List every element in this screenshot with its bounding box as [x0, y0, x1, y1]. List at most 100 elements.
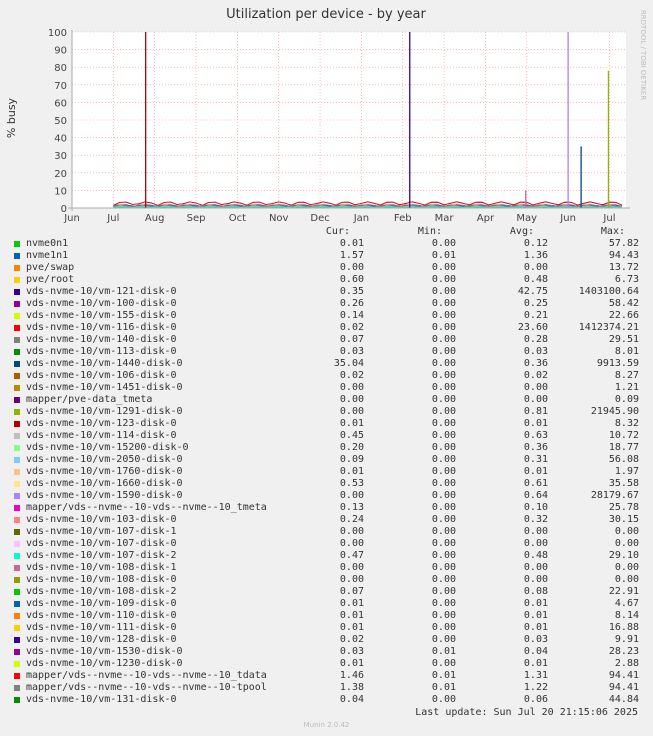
- legend-min: 0.00: [431, 586, 456, 597]
- legend-max: 8.14: [614, 610, 639, 621]
- legend-name: vds-nvme-10/vm-123-disk-0: [26, 418, 177, 429]
- legend-max: 0.00: [614, 562, 639, 573]
- legend-swatch: [14, 553, 20, 559]
- legend-avg: 0.01: [523, 418, 548, 429]
- legend-row: vds-nvme-10/vm-109-disk-0 0.01 0.00 0.01 4.6…: [0, 598, 653, 610]
- legend-max: 1.21: [614, 382, 639, 393]
- legend-name: vds-nvme-10/vm-1230-disk-0: [26, 658, 183, 669]
- legend-row: vds-nvme-10/vm-107-disk-1 0.00 0.00 0.00 0.0…: [0, 526, 653, 538]
- y-tick-label: 20: [54, 169, 67, 180]
- legend-min: 0.00: [431, 430, 456, 441]
- legend-row: vds-nvme-10/vm-108-disk-1 0.00 0.00 0.00 0.0…: [0, 562, 653, 574]
- legend-row: mapper/vds--nvme--10-vds--nvme--10-tpool…: [0, 682, 653, 694]
- y-tick-label: 40: [54, 134, 67, 145]
- legend-max: 30.15: [608, 514, 639, 525]
- legend-avg: 0.28: [523, 334, 548, 345]
- legend-cur: 1.57: [339, 250, 364, 261]
- legend-avg: 0.01: [523, 622, 548, 633]
- legend-swatch: [14, 265, 20, 271]
- legend-swatch: [14, 373, 20, 379]
- legend-max: 22.91: [608, 586, 639, 597]
- legend-avg: 0.01: [523, 610, 548, 621]
- legend-row: mapper/pve-data_tmeta 0.00 0.00 0.00 0.09: [0, 394, 653, 406]
- last-update: Last update: Sun Jul 20 21:15:06 2025: [415, 707, 638, 718]
- legend-min: 0.00: [431, 478, 456, 489]
- legend-max: 25.78: [608, 502, 639, 513]
- legend-cur: 0.47: [339, 550, 364, 561]
- legend-max: 2.88: [614, 658, 639, 669]
- legend-max: 21945.90: [590, 406, 639, 417]
- legend-name: mapper/vds--nvme--10-vds--nvme--10_tmeta: [26, 502, 267, 513]
- legend-swatch: [14, 385, 20, 391]
- legend-header-avg: Avg:: [509, 226, 534, 237]
- legend-min: 0.00: [431, 262, 456, 273]
- chart: Utilization per device - by year % busy …: [5, 7, 647, 224]
- legend-swatch: [14, 337, 20, 343]
- legend-max: 28.23: [608, 646, 639, 657]
- legend-cur: 0.14: [339, 310, 364, 321]
- legend-avg: 0.01: [523, 466, 548, 477]
- legend-cur: 1.46: [339, 670, 364, 681]
- legend-cur: 0.53: [339, 478, 364, 489]
- legend-avg: 0.21: [523, 310, 548, 321]
- legend-min: 0.00: [431, 346, 456, 357]
- legend-max: 56.08: [608, 454, 639, 465]
- y-tick-label: 90: [54, 46, 67, 57]
- legend-cur: 1.38: [339, 682, 364, 693]
- legend-name: vds-nvme-10/vm-107-disk-2: [26, 550, 177, 561]
- x-tick-label: Jul: [106, 213, 119, 224]
- legend-max: 9.91: [614, 634, 639, 645]
- y-tick-label: 30: [54, 151, 67, 162]
- legend-min: 0.00: [431, 550, 456, 561]
- legend-avg: 0.03: [523, 346, 548, 357]
- legend-avg: 0.31: [523, 454, 548, 465]
- legend-max: 29.51: [608, 334, 639, 345]
- legend-name: vds-nvme-10/vm-1530-disk-0: [26, 646, 183, 657]
- x-tick-label: Jan: [353, 213, 369, 224]
- legend-cur: 0.20: [339, 442, 364, 453]
- legend-max: 28179.67: [590, 490, 639, 501]
- legend-avg: 23.60: [517, 322, 548, 333]
- legend-avg: 0.00: [523, 526, 548, 537]
- legend-min: 0.00: [431, 394, 456, 405]
- legend-swatch: [14, 481, 20, 487]
- legend-name: vds-nvme-10/vm-110-disk-0: [26, 610, 177, 621]
- legend-cur: 0.01: [339, 418, 364, 429]
- legend-name: vds-nvme-10/vm-103-disk-0: [26, 514, 177, 525]
- legend-cur: 0.00: [339, 406, 364, 417]
- legend-avg: 0.25: [523, 298, 548, 309]
- legend-cur: 0.26: [339, 298, 364, 309]
- legend-row: vds-nvme-10/vm-1590-disk-0 0.00 0.00 0.64 28…: [0, 490, 653, 502]
- x-tick-label: Nov: [269, 213, 289, 224]
- legend-cur: 0.02: [339, 634, 364, 645]
- legend-cur: 0.60: [339, 274, 364, 285]
- legend-min: 0.00: [431, 610, 456, 621]
- legend-cur: 0.03: [339, 346, 364, 357]
- legend-row: vds-nvme-10/vm-103-disk-0 0.24 0.00 0.32 30.…: [0, 514, 653, 526]
- legend-avg: 0.10: [523, 502, 548, 513]
- legend-max: 8.32: [614, 418, 639, 429]
- legend-name: vds-nvme-10/vm-15200-disk-0: [26, 442, 189, 453]
- legend-swatch: [14, 661, 20, 667]
- legend-swatch: [14, 493, 20, 499]
- legend-cur: 0.04: [339, 694, 364, 705]
- legend-cur: 0.01: [339, 610, 364, 621]
- legend-cur: 0.45: [339, 430, 364, 441]
- y-axis-label: % busy: [5, 97, 18, 138]
- legend-row: vds-nvme-10/vm-108-disk-0 0.00 0.00 0.00 0.0…: [0, 574, 653, 586]
- x-tick-label: Dec: [310, 213, 329, 224]
- legend-max: 94.43: [608, 250, 639, 261]
- legend-max: 10.72: [608, 430, 639, 441]
- legend-min: 0.00: [431, 526, 456, 537]
- x-ticks: Jun Jul Aug Sep Oct Nov Dec Jan Feb Mar Apr May Jun J…: [63, 213, 615, 224]
- legend-row: nvme1n1 1.57 0.01 1.36 94.43: [0, 250, 653, 262]
- legend-name: vds-nvme-10/vm-2050-disk-0: [26, 454, 183, 465]
- legend-row: vds-nvme-10/vm-123-disk-0 0.01 0.00 0.01 8.3…: [0, 418, 653, 430]
- legend-swatch: [14, 565, 20, 571]
- legend-max: 8.27: [614, 370, 639, 381]
- legend-max: 0.00: [614, 574, 639, 585]
- legend-name: mapper/pve-data_tmeta: [26, 394, 153, 405]
- legend-cur: 0.00: [339, 574, 364, 585]
- x-tick-label: Aug: [145, 213, 165, 224]
- legend-min: 0.01: [431, 646, 456, 657]
